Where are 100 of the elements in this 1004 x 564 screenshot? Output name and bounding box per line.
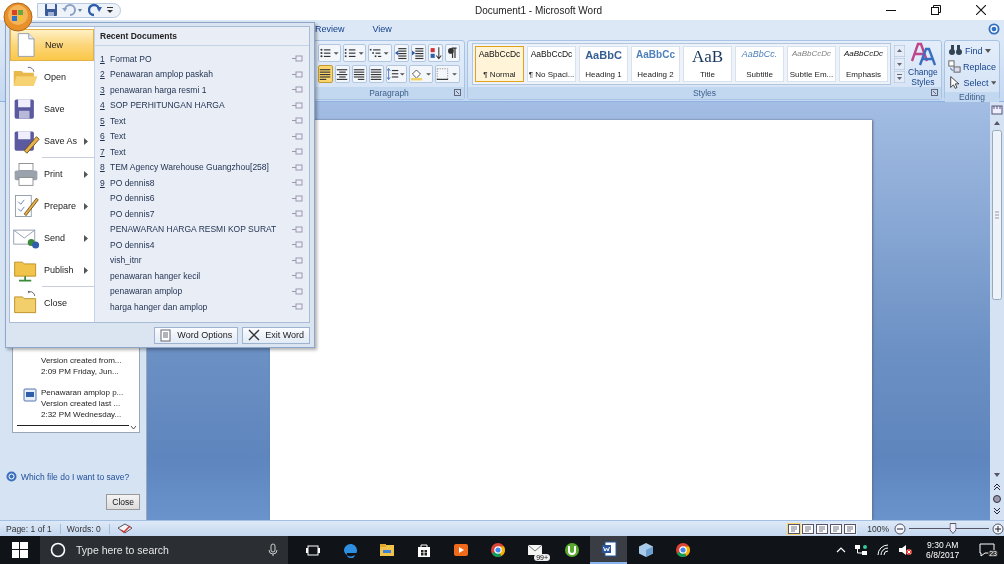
volume-muted-icon[interactable] [898, 544, 913, 556]
taskbar-app[interactable] [590, 536, 627, 564]
recent-document[interactable]: vish_itnr [95, 252, 309, 268]
proofing-icon[interactable] [115, 521, 134, 536]
browse-object-icon[interactable] [991, 494, 1003, 504]
windows-start-icon[interactable] [12, 542, 28, 558]
section-heading: Recent Documents [95, 27, 309, 46]
network-icon[interactable] [854, 543, 869, 557]
clock-time[interactable]: 9:30 AM [927, 540, 959, 550]
recent-document[interactable]: 2 Penawaran amplop paskah [95, 66, 309, 82]
recent-document[interactable]: PO dennis4 [95, 237, 309, 253]
customize-arrow-icon[interactable] [106, 5, 114, 15]
recent-document[interactable]: 3 penawaran harga resmi 1 [95, 82, 309, 98]
zoom-level[interactable]: 100% [867, 523, 889, 534]
menu-button[interactable]: Exit Word [242, 326, 310, 344]
redo-icon[interactable] [88, 3, 102, 17]
align-center-icon[interactable] [334, 65, 350, 83]
menu-button[interactable]: Word Options [154, 326, 239, 344]
view-mode-icon[interactable] [843, 522, 858, 535]
dialog-launcher-icon[interactable] [931, 89, 938, 96]
recent-document[interactable]: 8 TEM Agency Warehouse Guangzhou[258] [95, 159, 309, 175]
style-item[interactable]: AaBbCcDc Subtle Em... [787, 46, 836, 82]
align-left-icon[interactable] [318, 65, 333, 83]
previous-page-icon[interactable] [991, 482, 1003, 492]
view-mode-icon[interactable] [801, 522, 816, 535]
multilevel-list-icon[interactable] [368, 44, 392, 62]
style-item[interactable]: AaBbCcDc Emphasis [839, 46, 888, 82]
menu-command[interactable]: Prepare [10, 190, 94, 222]
menu-command[interactable]: Open [10, 61, 94, 93]
next-page-icon[interactable] [991, 506, 1003, 516]
editing-command[interactable]: Replace [948, 59, 996, 74]
scroll-thumb[interactable] [992, 130, 1002, 300]
ruler-icon[interactable] [991, 104, 1003, 116]
align-right-icon[interactable] [351, 65, 367, 83]
style-item[interactable]: AaBbCc. Subtitle [735, 46, 784, 82]
menu-command[interactable]: Save [10, 93, 94, 125]
line-spacing-icon[interactable] [385, 65, 407, 83]
slider-thumb[interactable] [949, 523, 957, 534]
close-button[interactable]: Close [106, 494, 140, 510]
wifi-icon[interactable] [876, 544, 891, 556]
recent-document[interactable]: penawaran hanger kecil [95, 268, 309, 284]
pilcrow-icon[interactable] [444, 44, 460, 62]
ribbon-tab[interactable]: Review [312, 23, 348, 35]
view-mode-icon[interactable] [787, 522, 802, 535]
menu-command[interactable]: Print [10, 158, 94, 190]
recent-document[interactable]: 6 Text [95, 128, 309, 144]
recent-document[interactable]: PENAWARAN HARGA RESMI KOP SURAT [95, 221, 309, 237]
style-item[interactable]: AaBbC Heading 1 [579, 46, 628, 82]
help-icon[interactable] [988, 23, 1000, 35]
menu-command[interactable]: Send [10, 222, 94, 254]
recent-document[interactable]: PO dennis6 [95, 190, 309, 206]
menu-command[interactable]: Save As [10, 125, 94, 157]
recent-document[interactable]: 7 Text [95, 144, 309, 160]
save-icon[interactable] [44, 3, 58, 17]
editing-command[interactable]: Select [948, 75, 996, 90]
change-styles-button[interactable]: Change Styles [908, 41, 938, 87]
recent-document[interactable]: 9 PO dennis8 [95, 175, 309, 191]
decrease-indent-icon[interactable] [393, 44, 409, 62]
menu-command[interactable]: New [10, 29, 94, 61]
torrent-icon [563, 542, 580, 558]
more-icon[interactable] [894, 71, 905, 83]
document-icon [23, 388, 37, 402]
increase-indent-icon[interactable] [410, 44, 426, 62]
clock-date[interactable]: 6/8/2017 [926, 550, 960, 560]
page-count[interactable]: Page: 1 of 1 [0, 523, 61, 534]
word-count[interactable]: Words: 0 [60, 523, 110, 534]
dialog-launcher-icon[interactable] [454, 89, 461, 96]
recent-document[interactable]: harga hanger dan amplop [95, 299, 309, 315]
recent-document[interactable]: penawaran amplop [95, 283, 309, 299]
zoom-out-icon[interactable] [894, 522, 906, 535]
style-item[interactable]: AaBbCc Heading 2 [631, 46, 680, 82]
borders-icon[interactable] [435, 65, 460, 83]
sort-icon[interactable] [427, 44, 443, 62]
recent-document[interactable]: 1 Format PO [95, 51, 309, 67]
view-mode-icon[interactable] [829, 522, 844, 535]
menu-command[interactable]: Publish [10, 254, 94, 286]
restore-icon[interactable] [931, 5, 941, 15]
style-name: Title [700, 70, 715, 79]
search-field[interactable]: Type here to search [40, 536, 288, 564]
style-item[interactable]: AaB Title [683, 46, 732, 82]
recent-document[interactable]: 5 Text [95, 113, 309, 129]
recent-document[interactable]: PO dennis7 [95, 206, 309, 222]
chevron-up-icon[interactable] [836, 546, 847, 554]
numbering-icon[interactable] [343, 44, 367, 62]
scroll-down-icon[interactable] [129, 424, 138, 432]
scroll-down-icon[interactable] [894, 58, 905, 70]
close-icon[interactable] [976, 5, 986, 15]
menu-command[interactable]: Close [10, 287, 94, 319]
style-item[interactable]: AaBbCcDc ¶ No Spaci... [527, 46, 576, 82]
help-link[interactable]: Which file do I want to save? [21, 471, 130, 482]
zoom-in-icon[interactable] [992, 522, 1004, 535]
justify-icon[interactable] [368, 65, 384, 83]
editing-command[interactable]: Find [948, 43, 996, 58]
zoom-slider[interactable] [909, 523, 989, 534]
view-mode-icon[interactable] [815, 522, 830, 535]
ribbon-tab[interactable]: View [369, 23, 395, 35]
bullets-icon[interactable] [318, 44, 342, 62]
style-item[interactable]: AaBbCcDc ¶ Normal [475, 46, 524, 82]
recent-document[interactable]: 4 SOP PERHITUNGAN HARGA [95, 97, 309, 113]
scroll-up-icon[interactable] [894, 45, 905, 57]
